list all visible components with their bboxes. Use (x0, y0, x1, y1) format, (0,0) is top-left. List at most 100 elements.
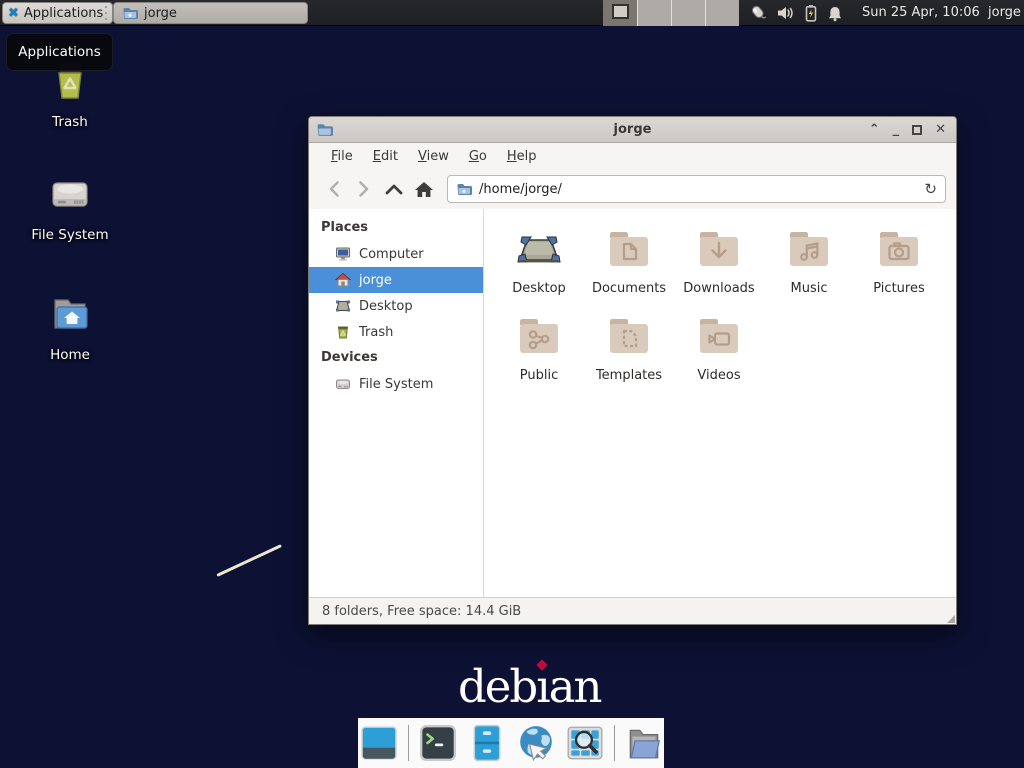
sidebar-item-label: Desktop (359, 299, 413, 314)
terminal-button[interactable] (418, 723, 458, 763)
back-button[interactable] (319, 174, 349, 204)
system-tray (748, 0, 843, 26)
workspace-1-active[interactable] (603, 0, 637, 26)
taskbar-window-label: jorge (144, 6, 177, 21)
up-button[interactable] (379, 174, 409, 204)
workspace-pager[interactable] (603, 0, 739, 26)
file-item-label: Documents (592, 281, 666, 296)
panel-clock[interactable]: Sun 25 Apr, 10:06 (862, 0, 980, 26)
file-item-music[interactable]: Music (764, 225, 854, 296)
file-item-templates[interactable]: Templates (584, 312, 674, 383)
status-bar: 8 folders, Free space: 14.4 GiB (309, 597, 956, 624)
notifications-bell-icon[interactable] (827, 5, 843, 22)
app-finder-button[interactable] (565, 723, 605, 763)
dock-separator (408, 725, 409, 761)
sidebar-item-label: File System (359, 377, 433, 392)
xfce-logo-icon: ✖ (8, 6, 19, 21)
window-titlebar[interactable]: jorge ⌃ _ ✕ (309, 117, 956, 143)
workspace-4[interactable] (705, 0, 739, 26)
sidebar-item-file-system[interactable]: File System (309, 371, 483, 397)
menu-help[interactable]: Help (497, 145, 547, 168)
file-item-label: Public (520, 368, 558, 383)
location-bar[interactable]: /home/jorge/ ↻ (447, 175, 946, 203)
pager-window-icon (612, 4, 629, 19)
folder-documents-icon (605, 225, 653, 273)
folder-templates-icon (605, 312, 653, 360)
home-button[interactable] (409, 174, 439, 204)
battery-charging-icon[interactable] (804, 4, 818, 22)
menu-edit[interactable]: Edit (363, 145, 408, 168)
shade-button[interactable]: ⌃ (869, 123, 880, 136)
panel-session-user: jorge (988, 0, 1021, 26)
sidebar-item-label: Trash (359, 325, 393, 340)
resize-grip[interactable] (947, 615, 955, 623)
bottom-dock (358, 718, 664, 768)
panel-handle[interactable] (103, 6, 109, 20)
file-item-downloads[interactable]: Downloads (674, 225, 764, 296)
dock-separator (614, 725, 615, 761)
applications-menu-label: Applications (24, 6, 103, 21)
file-item-documents[interactable]: Documents (584, 225, 674, 296)
file-item-label: Videos (697, 368, 740, 383)
taskbar-window-button[interactable]: jorge (113, 2, 308, 24)
file-cabinet-button[interactable] (467, 723, 507, 763)
desktop-icon-label: Trash (22, 114, 118, 130)
folder-videos-icon (695, 312, 743, 360)
places-sidebar: Places Computer jorge (309, 209, 484, 597)
workspace-2[interactable] (637, 0, 671, 26)
sidebar-item-computer[interactable]: Computer (309, 241, 483, 267)
desktop-special-icon (515, 225, 563, 273)
applications-tooltip: Applications (6, 33, 113, 71)
desktop-icon (335, 298, 351, 314)
up-chevron-icon (385, 183, 403, 195)
sidebar-item-label: Computer (359, 247, 424, 262)
forward-button[interactable] (349, 174, 379, 204)
sidebar-item-trash[interactable]: Trash (309, 319, 483, 345)
applications-tooltip-text: Applications (18, 44, 100, 60)
sidebar-item-jorge[interactable]: jorge (309, 267, 483, 293)
file-item-label: Music (791, 281, 828, 296)
file-manager-window: jorge ⌃ _ ✕ File Edit View Go Help (308, 116, 957, 625)
menu-view[interactable]: View (408, 145, 459, 168)
sidebar-item-label: jorge (359, 273, 392, 288)
file-item-label: Pictures (873, 281, 924, 296)
reload-icon[interactable]: ↻ (924, 180, 937, 198)
menu-bar: File Edit View Go Help (309, 143, 956, 169)
volume-icon[interactable] (777, 5, 795, 21)
applications-menu-button[interactable]: ✖ Applications (2, 2, 113, 24)
close-button[interactable]: ✕ (935, 123, 946, 136)
trash-icon (335, 324, 351, 340)
show-desktop-button[interactable] (359, 723, 399, 763)
web-browser-button[interactable] (516, 723, 556, 763)
maximize-button[interactable] (912, 125, 922, 135)
file-item-label: Downloads (683, 281, 754, 296)
file-item-pictures[interactable]: Pictures (854, 225, 944, 296)
sidebar-header-places: Places (309, 215, 483, 241)
menu-file[interactable]: File (321, 145, 363, 168)
folder-pictures-icon (875, 225, 923, 273)
file-manager-folder-button[interactable] (624, 723, 664, 763)
debian-wallpaper-logo: debıan (458, 660, 600, 713)
path-folder-icon (456, 181, 472, 197)
desktop-icon-label: File System (22, 227, 118, 243)
sidebar-header-devices: Devices (309, 345, 483, 371)
menu-go[interactable]: Go (459, 145, 497, 168)
window-title: jorge (309, 122, 956, 137)
folder-icon (624, 723, 664, 763)
sidebar-item-desktop[interactable]: Desktop (309, 293, 483, 319)
folder-public-icon (515, 312, 563, 360)
file-cabinet-icon (467, 723, 507, 763)
file-item-videos[interactable]: Videos (674, 312, 764, 383)
drive-icon (46, 170, 94, 218)
path-input[interactable]: /home/jorge/ (479, 182, 917, 197)
desktop-icon-file-system[interactable]: File System (22, 170, 118, 243)
file-item-desktop[interactable]: Desktop (494, 225, 584, 296)
file-item-label: Templates (596, 368, 662, 383)
back-chevron-icon (328, 180, 340, 198)
home-icon (414, 180, 434, 199)
mouse-icon[interactable] (748, 4, 768, 22)
minimize-button[interactable]: _ (893, 123, 900, 136)
workspace-3[interactable] (671, 0, 705, 26)
desktop-icon-home[interactable]: Home (22, 290, 118, 363)
file-item-public[interactable]: Public (494, 312, 584, 383)
